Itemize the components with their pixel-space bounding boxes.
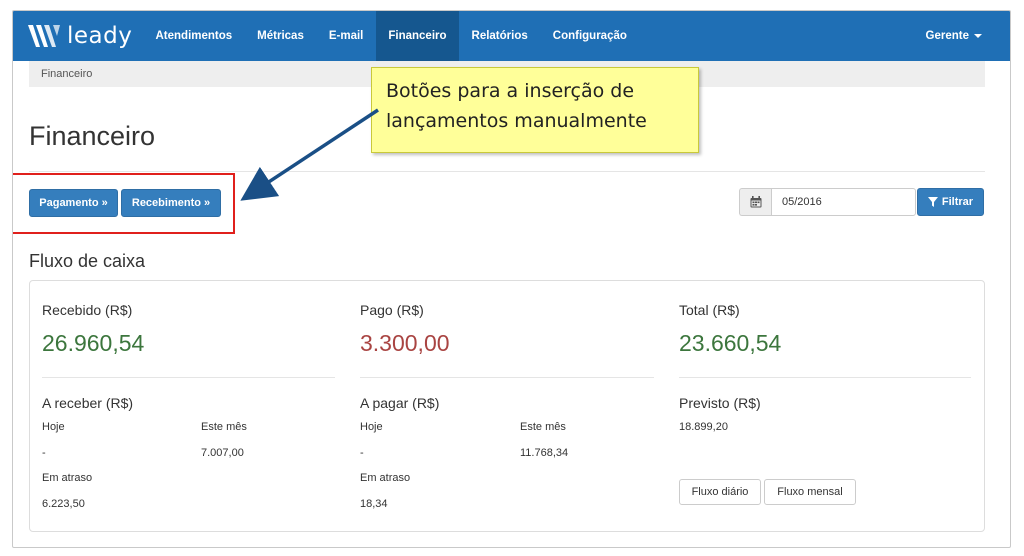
- top-navbar: leady Atendimentos Métricas E-mail Finan…: [13, 11, 1010, 61]
- nav-item-financeiro[interactable]: Financeiro: [375, 11, 460, 61]
- app-window: leady Atendimentos Métricas E-mail Finan…: [12, 10, 1011, 548]
- nav-item-relatorios[interactable]: Relatórios: [459, 11, 540, 61]
- a-receber-hoje-value: -: [42, 447, 46, 459]
- a-pagar-atraso-value: 18,34: [360, 498, 388, 510]
- recebimento-button[interactable]: Recebimento »: [121, 189, 221, 217]
- a-receber-label: A receber (R$): [42, 395, 134, 411]
- recebido-value: 26.960,54: [42, 330, 145, 356]
- a-receber-hoje-label: Hoje: [42, 421, 65, 433]
- col3-divider: [679, 377, 971, 378]
- col2-divider: [360, 377, 654, 378]
- date-filter-group: [739, 188, 916, 216]
- a-pagar-label: A pagar (R$): [360, 395, 440, 411]
- calendar-icon[interactable]: [739, 188, 771, 216]
- a-pagar-mes-label: Este mês: [520, 421, 566, 433]
- caret-down-icon: [974, 34, 982, 38]
- logo-text: leady: [67, 23, 133, 49]
- a-receber-atraso-value: 6.223,50: [42, 498, 85, 510]
- title-divider: [29, 171, 985, 172]
- leady-logo-icon: [28, 25, 60, 47]
- nav-item-atendimentos[interactable]: Atendimentos: [143, 11, 245, 61]
- fluxo-diario-button[interactable]: Fluxo diário: [679, 479, 761, 505]
- a-pagar-mes-value: 11.768,34: [520, 447, 569, 459]
- cashflow-panel: Recebido (R$) 26.960,54 A receber (R$) H…: [29, 280, 985, 532]
- previsto-value: 18.899,20: [679, 421, 728, 433]
- recebido-label: Recebido (R$): [42, 302, 133, 318]
- a-pagar-hoje-label: Hoje: [360, 421, 383, 433]
- user-menu-label: Gerente: [925, 30, 969, 42]
- pagamento-button[interactable]: Pagamento »: [29, 189, 118, 217]
- fluxo-mensal-button[interactable]: Fluxo mensal: [764, 479, 856, 505]
- filtrar-button[interactable]: Filtrar: [917, 188, 984, 216]
- app-logo[interactable]: leady: [27, 18, 132, 54]
- nav-item-configuracao[interactable]: Configuração: [540, 11, 639, 61]
- user-menu[interactable]: Gerente: [926, 11, 982, 61]
- breadcrumb-item-financeiro[interactable]: Financeiro: [41, 68, 92, 80]
- nav-item-email[interactable]: E-mail: [316, 11, 376, 61]
- a-receber-mes-label: Este mês: [201, 421, 247, 433]
- col1-divider: [42, 377, 335, 378]
- a-pagar-hoje-value: -: [360, 447, 364, 459]
- total-value: 23.660,54: [679, 330, 782, 356]
- pago-value: 3.300,00: [360, 330, 450, 356]
- section-title-fluxo: Fluxo de caixa: [29, 251, 146, 271]
- a-receber-mes-value: 7.007,00: [201, 447, 244, 459]
- total-label: Total (R$): [679, 302, 740, 318]
- filtrar-label: Filtrar: [941, 196, 974, 208]
- pago-label: Pago (R$): [360, 302, 424, 318]
- month-input[interactable]: [771, 188, 916, 216]
- a-receber-atraso-label: Em atraso: [42, 472, 93, 484]
- nav-item-metricas[interactable]: Métricas: [245, 11, 317, 61]
- funnel-icon: [927, 197, 938, 207]
- previsto-label: Previsto (R$): [679, 395, 761, 411]
- main-nav: Atendimentos Métricas E-mail Financeiro …: [143, 11, 639, 61]
- page-title: Financeiro: [29, 121, 156, 151]
- annotation-callout: Botões para a inserção de lançamentos ma…: [371, 67, 699, 153]
- a-pagar-atraso-label: Em atraso: [360, 472, 411, 484]
